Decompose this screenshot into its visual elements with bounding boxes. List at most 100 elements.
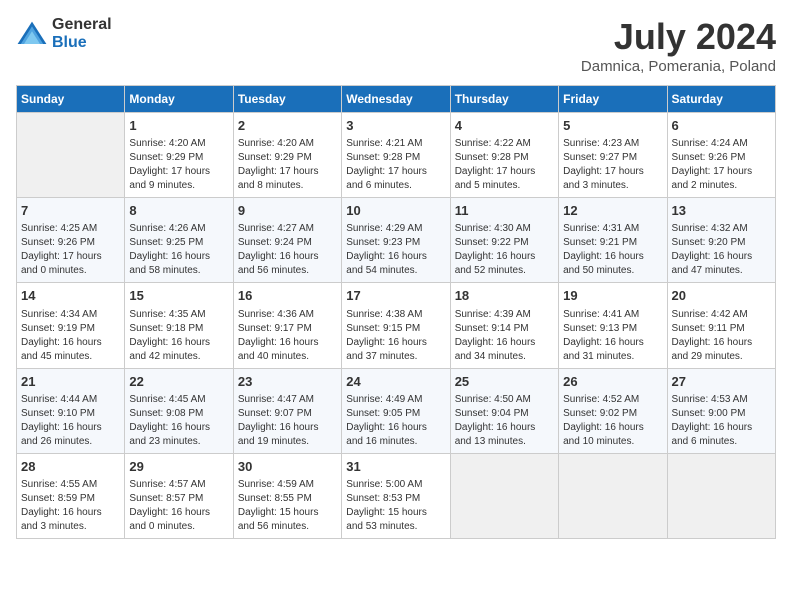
calendar-cell: 5 Sunrise: 4:23 AM Sunset: 9:27 PM Daylig… [559, 113, 667, 198]
day-info: Sunrise: 4:25 AM Sunset: 9:26 PM Dayligh… [21, 222, 120, 278]
day-info: Sunrise: 4:31 AM Sunset: 9:21 PM Dayligh… [563, 222, 662, 278]
day-number: 2 [238, 117, 337, 135]
calendar-cell: 23Sunrise: 4:47 AM Sunset: 9:07 PM Dayli… [233, 368, 341, 453]
calendar-cell: 16Sunrise: 4:36 AM Sunset: 9:17 PM Dayli… [233, 283, 341, 368]
calendar-cell: 1Sunrise: 4:20 AM Sunset: 9:29 PM Daylig… [125, 113, 233, 198]
calendar-cell: 6 Sunrise: 4:24 AM Sunset: 9:26 PM Daylig… [667, 113, 775, 198]
calendar-cell: 4Sunrise: 4:22 AM Sunset: 9:28 PM Daylig… [450, 113, 558, 198]
calendar-header: SundayMondayTuesdayWednesdayThursdayFrid… [17, 86, 776, 113]
weekday-header: Monday [125, 86, 233, 113]
logo: General Blue [16, 16, 112, 52]
day-info: Sunrise: 4:30 AM Sunset: 9:22 PM Dayligh… [455, 222, 554, 278]
day-number: 21 [21, 373, 120, 391]
calendar-cell [559, 453, 667, 538]
logo-text: General Blue [52, 16, 112, 52]
day-number: 24 [346, 373, 445, 391]
calendar-cell: 2 Sunrise: 4:20 AM Sunset: 9:29 PM Daylig… [233, 113, 341, 198]
day-number: 28 [21, 458, 120, 476]
weekday-header: Sunday [17, 86, 125, 113]
day-info: Sunrise: 4:52 AM Sunset: 9:02 PM Dayligh… [563, 393, 662, 449]
calendar-cell [450, 453, 558, 538]
day-info: Sunrise: 4:57 AM Sunset: 8:57 PM Dayligh… [129, 478, 228, 534]
day-number: 8 [129, 202, 228, 220]
day-info: Sunrise: 5:00 AM Sunset: 8:53 PM Dayligh… [346, 478, 445, 534]
day-info: Sunrise: 4:24 AM Sunset: 9:26 PM Dayligh… [672, 137, 771, 193]
calendar-cell: 19 Sunrise: 4:41 AM Sunset: 9:13 PM Dayli… [559, 283, 667, 368]
day-number: 20 [672, 287, 771, 305]
day-number: 9 [238, 202, 337, 220]
day-number: 7 [21, 202, 120, 220]
logo-icon [16, 20, 48, 48]
day-number: 30 [238, 458, 337, 476]
day-info: Sunrise: 4:23 AM Sunset: 9:27 PM Dayligh… [563, 137, 662, 193]
weekday-header: Thursday [450, 86, 558, 113]
calendar-cell: 14 Sunrise: 4:34 AM Sunset: 9:19 PM Dayli… [17, 283, 125, 368]
day-info: Sunrise: 4:53 AM Sunset: 9:00 PM Dayligh… [672, 393, 771, 449]
day-number: 4 [455, 117, 554, 135]
location: Damnica, Pomerania, Poland [581, 58, 776, 75]
calendar-cell: 27 Sunrise: 4:53 AM Sunset: 9:00 PM Dayli… [667, 368, 775, 453]
calendar-cell: 15 Sunrise: 4:35 AM Sunset: 9:18 PM Dayli… [125, 283, 233, 368]
day-info: Sunrise: 4:29 AM Sunset: 9:23 PM Dayligh… [346, 222, 445, 278]
day-info: Sunrise: 4:44 AM Sunset: 9:10 PM Dayligh… [21, 393, 120, 449]
calendar-cell: 29 Sunrise: 4:57 AM Sunset: 8:57 PM Dayli… [125, 453, 233, 538]
calendar-cell: 11 Sunrise: 4:30 AM Sunset: 9:22 PM Dayli… [450, 198, 558, 283]
day-info: Sunrise: 4:26 AM Sunset: 9:25 PM Dayligh… [129, 222, 228, 278]
day-number: 18 [455, 287, 554, 305]
day-number: 17 [346, 287, 445, 305]
day-info: Sunrise: 4:21 AM Sunset: 9:28 PM Dayligh… [346, 137, 445, 193]
day-number: 11 [455, 202, 554, 220]
calendar-cell [17, 113, 125, 198]
calendar-cell: 8 Sunrise: 4:26 AM Sunset: 9:25 PM Daylig… [125, 198, 233, 283]
day-number: 26 [563, 373, 662, 391]
day-number: 29 [129, 458, 228, 476]
weekday-header: Tuesday [233, 86, 341, 113]
day-number: 10 [346, 202, 445, 220]
day-number: 16 [238, 287, 337, 305]
day-number: 31 [346, 458, 445, 476]
calendar-cell: 24 Sunrise: 4:49 AM Sunset: 9:05 PM Dayli… [342, 368, 450, 453]
calendar-cell: 22Sunrise: 4:45 AM Sunset: 9:08 PM Dayli… [125, 368, 233, 453]
day-info: Sunrise: 4:41 AM Sunset: 9:13 PM Dayligh… [563, 308, 662, 364]
calendar-cell: 9 Sunrise: 4:27 AM Sunset: 9:24 PM Daylig… [233, 198, 341, 283]
day-info: Sunrise: 4:39 AM Sunset: 9:14 PM Dayligh… [455, 308, 554, 364]
day-number: 14 [21, 287, 120, 305]
day-info: Sunrise: 4:34 AM Sunset: 9:19 PM Dayligh… [21, 308, 120, 364]
day-info: Sunrise: 4:49 AM Sunset: 9:05 PM Dayligh… [346, 393, 445, 449]
day-number: 19 [563, 287, 662, 305]
day-number: 1 [129, 117, 228, 135]
day-info: Sunrise: 4:27 AM Sunset: 9:24 PM Dayligh… [238, 222, 337, 278]
calendar-cell: 12 Sunrise: 4:31 AM Sunset: 9:21 PM Dayli… [559, 198, 667, 283]
day-info: Sunrise: 4:59 AM Sunset: 8:55 PM Dayligh… [238, 478, 337, 534]
weekday-header: Wednesday [342, 86, 450, 113]
calendar-cell: 25 Sunrise: 4:50 AM Sunset: 9:04 PM Dayli… [450, 368, 558, 453]
day-info: Sunrise: 4:38 AM Sunset: 9:15 PM Dayligh… [346, 308, 445, 364]
day-number: 6 [672, 117, 771, 135]
calendar-cell: 31 Sunrise: 5:00 AM Sunset: 8:53 PM Dayli… [342, 453, 450, 538]
calendar-cell: 18 Sunrise: 4:39 AM Sunset: 9:14 PM Dayli… [450, 283, 558, 368]
calendar-cell: 10 Sunrise: 4:29 AM Sunset: 9:23 PM Dayli… [342, 198, 450, 283]
calendar-cell: 26 Sunrise: 4:52 AM Sunset: 9:02 PM Dayli… [559, 368, 667, 453]
day-number: 15 [129, 287, 228, 305]
calendar-cell: 20Sunrise: 4:42 AM Sunset: 9:11 PM Dayli… [667, 283, 775, 368]
day-number: 25 [455, 373, 554, 391]
day-number: 5 [563, 117, 662, 135]
page-header: General Blue July 2024 Damnica, Pomerani… [16, 16, 776, 75]
day-info: Sunrise: 4:50 AM Sunset: 9:04 PM Dayligh… [455, 393, 554, 449]
day-info: Sunrise: 4:55 AM Sunset: 8:59 PM Dayligh… [21, 478, 120, 534]
weekday-header: Saturday [667, 86, 775, 113]
day-info: Sunrise: 4:45 AM Sunset: 9:08 PM Dayligh… [129, 393, 228, 449]
day-number: 27 [672, 373, 771, 391]
calendar-cell [667, 453, 775, 538]
day-info: Sunrise: 4:20 AM Sunset: 9:29 PM Dayligh… [238, 137, 337, 193]
day-number: 3 [346, 117, 445, 135]
calendar-cell: 21 Sunrise: 4:44 AM Sunset: 9:10 PM Dayli… [17, 368, 125, 453]
calendar-cell: 30 Sunrise: 4:59 AM Sunset: 8:55 PM Dayli… [233, 453, 341, 538]
month-year: July 2024 [581, 16, 776, 58]
weekday-header: Friday [559, 86, 667, 113]
calendar-cell: 13Sunrise: 4:32 AM Sunset: 9:20 PM Dayli… [667, 198, 775, 283]
calendar-cell: 7 Sunrise: 4:25 AM Sunset: 9:26 PM Daylig… [17, 198, 125, 283]
day-number: 12 [563, 202, 662, 220]
day-info: Sunrise: 4:35 AM Sunset: 9:18 PM Dayligh… [129, 308, 228, 364]
calendar-cell: 17 Sunrise: 4:38 AM Sunset: 9:15 PM Dayli… [342, 283, 450, 368]
